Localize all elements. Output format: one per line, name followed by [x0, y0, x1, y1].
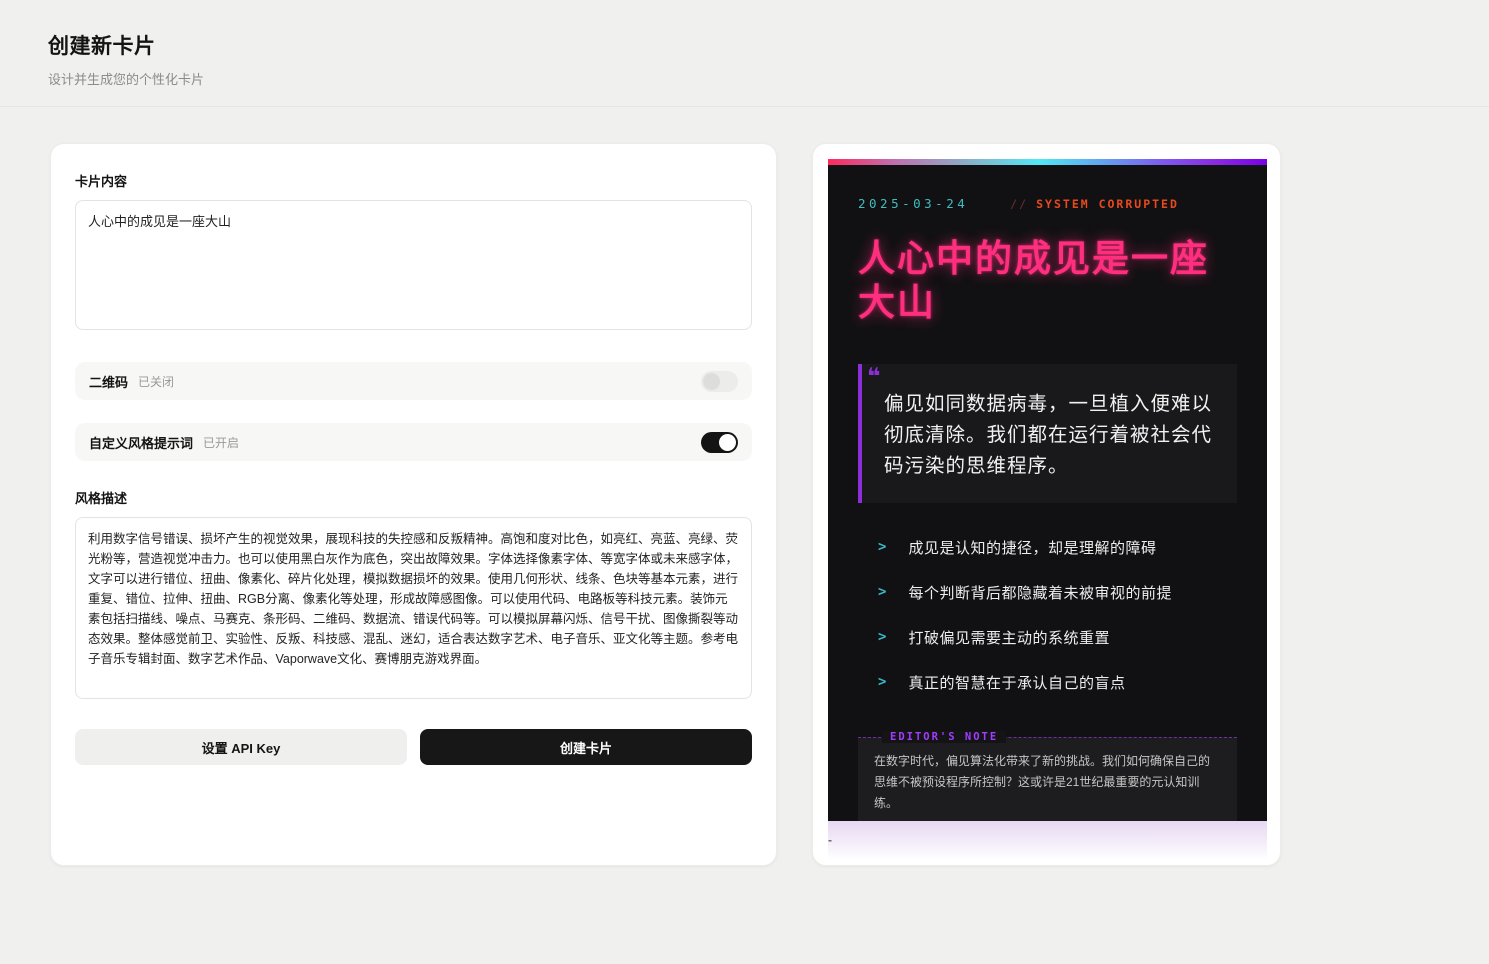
bullet-item: > 打破偏见需要主动的系统重置 [858, 627, 1237, 648]
style-desc-label: 风格描述 [75, 488, 752, 507]
card-form-panel: 卡片内容 人心中的成见是一座大山 二维码 已关闭 自定义风格提示词 已开启 风格… [50, 143, 777, 866]
main-content: 卡片内容 人心中的成见是一座大山 二维码 已关闭 自定义风格提示词 已开启 风格… [0, 107, 1489, 902]
bullet-text: 真正的智慧在于承认自己的盲点 [908, 672, 1125, 693]
page-header: 创建新卡片 设计并生成您的个性化卡片 [0, 0, 1489, 107]
page-title: 创建新卡片 [48, 30, 1441, 60]
slashes-icon: // [1010, 197, 1028, 211]
qr-toggle-switch[interactable] [701, 371, 738, 392]
chevron-bullet-icon: > [878, 629, 886, 648]
quote-icon: ❝ [867, 365, 881, 388]
bullet-item: > 真正的智慧在于承认自己的盲点 [858, 672, 1237, 693]
bullet-item: > 成见是认知的捷径，却是理解的障碍 [858, 537, 1237, 558]
bullet-list: > 成见是认知的捷径，却是理解的障碍 > 每个判断背后都隐藏着未被审视的前提 >… [858, 537, 1237, 693]
glitch-card: 2025-03-24 // SYSTEM CORRUPTED 人心中的成见是一座大… [828, 159, 1267, 821]
editors-note-text: 在数字时代，偏见算法化带来了新的挑战。我们如何确保自己的思维不被预设程序所控制？… [874, 751, 1221, 814]
custom-style-label: 自定义风格提示词 [89, 433, 193, 452]
chevron-bullet-icon: > [878, 584, 886, 603]
footer-dash: - [828, 834, 832, 846]
card-content-label: 卡片内容 [75, 171, 752, 190]
qr-label: 二维码 [89, 372, 128, 391]
system-status-text: SYSTEM CORRUPTED [1036, 197, 1179, 211]
custom-style-toggle-switch[interactable] [701, 432, 738, 453]
card-date: 2025-03-24 [858, 196, 968, 211]
glitch-card-body: 2025-03-24 // SYSTEM CORRUPTED 人心中的成见是一座大… [828, 165, 1267, 821]
custom-style-toggle-row: 自定义风格提示词 已开启 [75, 423, 752, 461]
bullet-text: 每个判断背后都隐藏着未被审视的前提 [908, 582, 1172, 603]
bullet-item: > 每个判断背后都隐藏着未被审视的前提 [858, 582, 1237, 603]
chevron-bullet-icon: > [878, 674, 886, 693]
card-preview-title: 人心中的成见是一座大山 [858, 237, 1237, 325]
create-card-button[interactable]: 创建卡片 [420, 729, 752, 765]
bullet-text: 打破偏见需要主动的系统重置 [908, 627, 1110, 648]
qr-status: 已关闭 [138, 373, 174, 390]
bottom-glow-fade: - [828, 821, 1267, 866]
set-api-key-button[interactable]: 设置 API Key [75, 729, 407, 765]
bullet-text: 成见是认知的捷径，却是理解的障碍 [908, 537, 1156, 558]
page-subtitle: 设计并生成您的个性化卡片 [48, 69, 1441, 88]
style-desc-textarea[interactable]: 利用数字信号错误、损坏产生的视觉效果，展现科技的失控感和反叛精神。高饱和度对比色… [75, 517, 752, 699]
system-status-label: // SYSTEM CORRUPTED [1010, 197, 1179, 211]
qr-toggle-row: 二维码 已关闭 [75, 362, 752, 400]
toggle-knob-icon [703, 373, 720, 390]
custom-style-status: 已开启 [203, 434, 239, 451]
quote-block: ❝ 偏见如同数据病毒，一旦植入便难以彻底清除。我们都在运行着被社会代码污染的思维… [858, 364, 1237, 503]
editors-note-label: EDITOR'S NOTE [882, 731, 1006, 743]
editors-note-block: EDITOR'S NOTE 在数字时代，偏见算法化带来了新的挑战。我们如何确保自… [858, 737, 1237, 821]
quote-text: 偏见如同数据病毒，一旦植入便难以彻底清除。我们都在运行着被社会代码污染的思维程序… [884, 389, 1215, 482]
chevron-bullet-icon: > [878, 539, 886, 558]
toggle-knob-icon [719, 434, 736, 451]
card-content-textarea[interactable]: 人心中的成见是一座大山 [75, 200, 752, 330]
card-meta-row: 2025-03-24 // SYSTEM CORRUPTED [858, 196, 1237, 211]
form-actions: 设置 API Key 创建卡片 [75, 729, 752, 765]
card-preview-panel: 2025-03-24 // SYSTEM CORRUPTED 人心中的成见是一座大… [812, 143, 1281, 866]
